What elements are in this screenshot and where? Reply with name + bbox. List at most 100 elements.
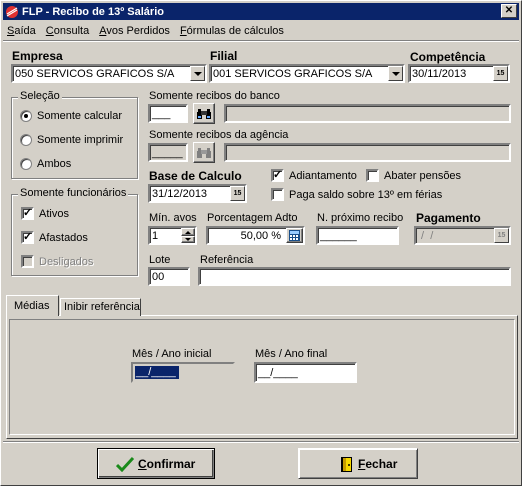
close-icon: ✕ [504,5,514,16]
filial-label: Filial [210,49,238,63]
funcionarios-label: Somente funcionários [18,187,129,199]
menu-separator [3,40,519,42]
fechar-label: Fechar [358,457,398,471]
checkbox-desligados[interactable] [21,255,34,268]
radio-somente-imprimir[interactable] [20,134,32,146]
checkbox-adiantamento-label: Adiantamento [289,170,357,182]
binoculars-icon [197,147,211,158]
radio-ambos-label: Ambos [37,158,72,170]
proximo-recibo-field[interactable]: ______ [316,226,399,245]
stepper-down-button[interactable] [181,236,195,243]
chevron-down-icon [391,71,400,76]
radio-somente-calcular-label: Somente calcular [37,110,122,122]
checkbox-ativos-label: Ativos [39,208,69,220]
agencia-label: Somente recibos da agência [149,129,289,141]
chevron-down-icon [185,238,191,241]
menu-consulta[interactable]: Consulta [46,25,89,37]
base-date-field[interactable]: 31/12/2013 15 [148,184,247,203]
checkbox-abater-pensoes-label: Abater pensões [384,170,462,182]
bottom-separator [3,441,519,443]
checkbox-paga-saldo[interactable] [271,188,284,201]
menu-bar: Saída Consulta Avos Perdidos Fórmulas de… [3,21,519,40]
menu-avos-perdidos[interactable]: Avos Perdidos [99,25,170,37]
lote-value: 00 [152,271,165,283]
banco-label: Somente recibos do banco [149,90,280,102]
checkbox-paga-saldo-label: Paga saldo sobre 13º em férias [289,189,443,201]
calculator-icon [289,230,300,241]
mes-ano-final-label: Mês / Ano final [255,348,328,360]
competencia-date-field[interactable]: 30/11/2013 15 [408,64,510,83]
door-exit-icon [341,457,352,472]
lote-field[interactable]: 00 [148,267,190,286]
banco-name-field [224,104,511,123]
window-title: FLP - Recibo de 13º Salário [22,5,164,18]
agencia-code-value: _____ [152,147,183,159]
competencia-value: 30/11/2013 [412,68,467,80]
banco-code-value: ___ [152,108,171,120]
porcentagem-value: 50,00 % [240,230,281,242]
mes-ano-final-field[interactable]: __/____ [254,362,357,383]
checkbox-adiantamento[interactable] [271,168,284,182]
selecao-label: Seleção [18,90,62,102]
mes-ano-final-value: __/____ [258,367,298,379]
radio-ambos[interactable] [20,158,32,170]
menu-saida[interactable]: Saída [7,25,36,37]
proximo-recibo-label: N. próximo recibo [317,212,404,224]
stepper-up-button[interactable] [181,228,195,236]
title-bar[interactable]: FLP - Recibo de 13º Salário ✕ [3,3,519,20]
pagamento-date-field: / / 15 [414,226,511,245]
agencia-search-button[interactable] [193,142,215,163]
lote-label: Lote [149,254,171,266]
proximo-recibo-value: ______ [320,230,357,242]
banco-code-field[interactable]: ___ [148,104,188,123]
base-value: 31/12/2013 [152,188,208,200]
agencia-name-field [224,143,511,162]
competencia-label: Competência [410,50,486,64]
binoculars-icon [197,108,211,119]
filial-combo[interactable]: 001 SERVICOS GRAFICOS S/A [209,64,405,83]
tab-medias[interactable]: Médias [6,295,59,316]
min-avos-stepper[interactable]: 1 [148,226,197,245]
main-window: FLP - Recibo de 13º Salário ✕ Saída Cons… [0,0,522,486]
close-button[interactable]: ✕ [501,4,517,18]
checkbox-afastados-label: Afastados [39,232,88,244]
min-avos-value: 1 [152,230,159,242]
referencia-label: Referência [200,254,254,266]
banco-search-button[interactable] [193,103,215,124]
mes-ano-inicial-field[interactable]: __/____ [131,362,235,383]
pagamento-label: Pagamento [416,211,481,225]
chevron-down-icon [193,71,202,76]
checkbox-abater-pensoes[interactable] [366,169,379,182]
referencia-field[interactable] [198,267,511,286]
mes-ano-inicial-value: __/____ [135,366,179,379]
porcentagem-field[interactable]: 50,00 % [206,226,305,245]
checkmark-icon [116,456,134,472]
checkbox-afastados[interactable] [21,230,34,244]
min-avos-label: Mín. avos [149,212,197,224]
chevron-up-icon [185,230,191,234]
empresa-combo[interactable]: 050 SERVICOS GRAFICOS S/A [11,64,207,83]
empresa-value: 050 SERVICOS GRAFICOS S/A [15,68,175,80]
calculator-button[interactable] [286,228,303,243]
radio-somente-imprimir-label: Somente imprimir [37,134,124,146]
filial-dropdown-button[interactable] [388,66,403,81]
calendar-icon[interactable]: 15 [230,186,245,201]
pagamento-value: / / [418,230,434,242]
checkbox-desligados-label: Desligados [39,256,94,268]
base-label: Base de Calculo [149,169,242,183]
confirmar-button[interactable]: Confirmar [97,448,215,479]
menu-formulas[interactable]: Fórmulas de cálculos [180,25,284,37]
agencia-code-field: _____ [148,143,188,162]
calendar-icon: 15 [494,228,509,243]
porcentagem-label: Porcentagem Adto [207,212,298,224]
empresa-dropdown-button[interactable] [190,66,205,81]
checkbox-ativos[interactable] [21,206,34,220]
calendar-icon[interactable]: 15 [493,66,508,81]
filial-value: 001 SERVICOS GRAFICOS S/A [213,68,373,80]
fechar-button[interactable]: Fechar [298,448,418,479]
radio-somente-calcular[interactable] [20,110,32,122]
tab-inibir-referencia[interactable]: Inibir referência [60,298,141,316]
empresa-label: Empresa [12,49,63,63]
app-logo-icon [6,5,18,18]
mes-ano-inicial-label: Mês / Ano inicial [132,348,212,360]
